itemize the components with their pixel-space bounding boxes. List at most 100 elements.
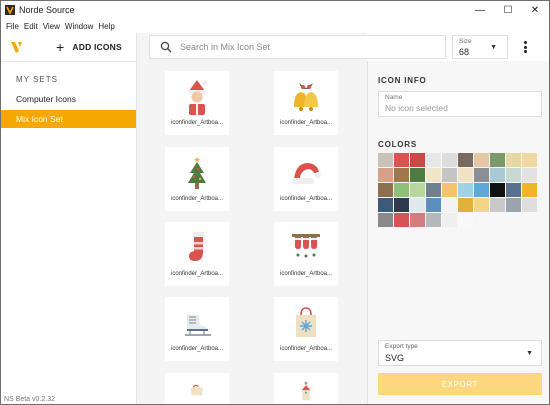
stocking-icon (189, 232, 204, 261)
icon-caption: iconfinder_Artboa... (170, 346, 224, 352)
export-type-select[interactable]: Export type SVG ▼ (378, 340, 542, 366)
color-swatch[interactable] (490, 183, 505, 197)
chevron-down-icon: ▼ (526, 350, 533, 357)
color-swatch[interactable] (410, 198, 425, 212)
color-swatch[interactable] (474, 183, 489, 197)
color-swatch[interactable] (474, 168, 489, 182)
icon-card[interactable]: iconfinder_Artboa... (165, 147, 229, 211)
icon-card[interactable]: iconfinder_Artboa... (165, 222, 229, 286)
color-swatch[interactable] (394, 153, 409, 167)
icon-name-field[interactable]: Name (378, 91, 542, 117)
icon-caption: iconfinder_Artboa... (279, 346, 333, 352)
color-swatch[interactable] (490, 168, 505, 182)
color-swatch[interactable] (394, 183, 409, 197)
color-swatch[interactable] (458, 198, 473, 212)
color-swatch[interactable] (474, 153, 489, 167)
color-swatch[interactable] (506, 153, 521, 167)
search-icon (160, 41, 172, 53)
color-swatch[interactable] (426, 183, 441, 197)
version-label: NS Beta v0.2.32 (4, 396, 55, 403)
bells-icon (294, 83, 318, 111)
sidebar-item-mix-icon-set[interactable]: Mix Icon Set (1, 110, 136, 128)
color-swatch[interactable] (506, 198, 521, 212)
church-icon (301, 381, 311, 401)
ice-skate-icon (185, 315, 211, 336)
color-swatch[interactable] (474, 198, 489, 212)
icon-caption: iconfinder_Artboa... (170, 196, 224, 202)
color-swatch[interactable] (442, 153, 457, 167)
icon-card[interactable]: iconfinder_Artboa... (165, 71, 229, 135)
color-swatch[interactable] (522, 168, 537, 182)
color-swatch[interactable] (410, 168, 425, 182)
color-swatch[interactable] (442, 198, 457, 212)
icon-card[interactable]: iconfinder_Artboa... (165, 297, 229, 361)
icon-caption: iconfinder_Artboa... (170, 271, 224, 277)
name-label: Name (385, 94, 403, 101)
menu-file[interactable]: File (6, 22, 19, 31)
menu-edit[interactable]: Edit (24, 22, 38, 31)
color-swatch[interactable] (410, 183, 425, 197)
gift-bag-icon (296, 307, 316, 337)
search-bar[interactable] (149, 35, 446, 59)
color-swatch[interactable] (458, 168, 473, 182)
color-swatch[interactable] (426, 198, 441, 212)
color-swatch[interactable] (394, 168, 409, 182)
details-panel: ICON INFO Name COLORS Export type SVG ▼ … (367, 61, 549, 404)
color-swatch[interactable] (410, 213, 425, 227)
color-swatch[interactable] (442, 183, 457, 197)
color-swatch[interactable] (378, 213, 393, 227)
plus-icon: + (56, 39, 65, 55)
color-swatch[interactable] (442, 168, 457, 182)
sidebar-item-computer-icons[interactable]: Computer Icons (1, 90, 136, 108)
color-swatch[interactable] (458, 213, 473, 227)
color-swatch[interactable] (458, 183, 473, 197)
color-palette (378, 153, 540, 227)
chevron-down-icon: ▼ (490, 44, 497, 51)
menu-help[interactable]: Help (98, 22, 114, 31)
color-swatch[interactable] (378, 168, 393, 182)
size-select[interactable]: Size 68 ▼ (452, 35, 508, 59)
size-label: Size (459, 38, 472, 45)
santa-hat-icon (292, 163, 321, 184)
fireplace-icon (292, 234, 320, 258)
color-swatch[interactable] (490, 153, 505, 167)
search-input[interactable] (180, 42, 420, 52)
icon-card[interactable]: iconfinder_Artboa... (274, 297, 338, 361)
add-icons-button[interactable]: + ADD ICONS (56, 40, 122, 54)
icon-card[interactable]: iconfinder_Artboa... (274, 147, 338, 211)
icon-card[interactable]: iconfinder_Artboa... (274, 71, 338, 135)
color-swatch[interactable] (426, 213, 441, 227)
icon-caption: iconfinder_Artboa... (279, 196, 333, 202)
color-swatch[interactable] (506, 168, 521, 182)
icon-card[interactable]: iconfinder_Artboa... (274, 222, 338, 286)
menu-window[interactable]: Window (65, 22, 93, 31)
icon-card[interactable] (165, 373, 229, 404)
color-swatch[interactable] (442, 213, 457, 227)
color-swatch[interactable] (458, 153, 473, 167)
export-type-value: SVG (385, 353, 405, 363)
color-swatch[interactable] (490, 198, 505, 212)
color-swatch[interactable] (378, 183, 393, 197)
color-swatch[interactable] (522, 183, 537, 197)
color-swatch[interactable] (426, 153, 441, 167)
icon-name-input[interactable] (385, 103, 535, 113)
minimize-button[interactable]: — (466, 1, 494, 19)
color-swatch[interactable] (378, 198, 393, 212)
menu-view[interactable]: View (43, 22, 60, 31)
color-swatch[interactable] (394, 213, 409, 227)
color-swatch[interactable] (522, 153, 537, 167)
sleigh-icon (190, 384, 204, 396)
icon-card[interactable] (274, 373, 338, 404)
color-swatch[interactable] (506, 183, 521, 197)
color-swatch[interactable] (522, 198, 537, 212)
close-button[interactable]: ✕ (521, 1, 549, 19)
color-swatch[interactable] (410, 153, 425, 167)
color-swatch[interactable] (378, 153, 393, 167)
color-swatch[interactable] (394, 198, 409, 212)
color-swatch[interactable] (426, 168, 441, 182)
export-button[interactable]: EXPORT (378, 373, 542, 395)
window-title: Norde Source (19, 5, 75, 15)
more-options-icon[interactable] (519, 39, 531, 55)
christmas-tree-icon (188, 157, 206, 189)
maximize-button[interactable]: ☐ (494, 1, 522, 19)
